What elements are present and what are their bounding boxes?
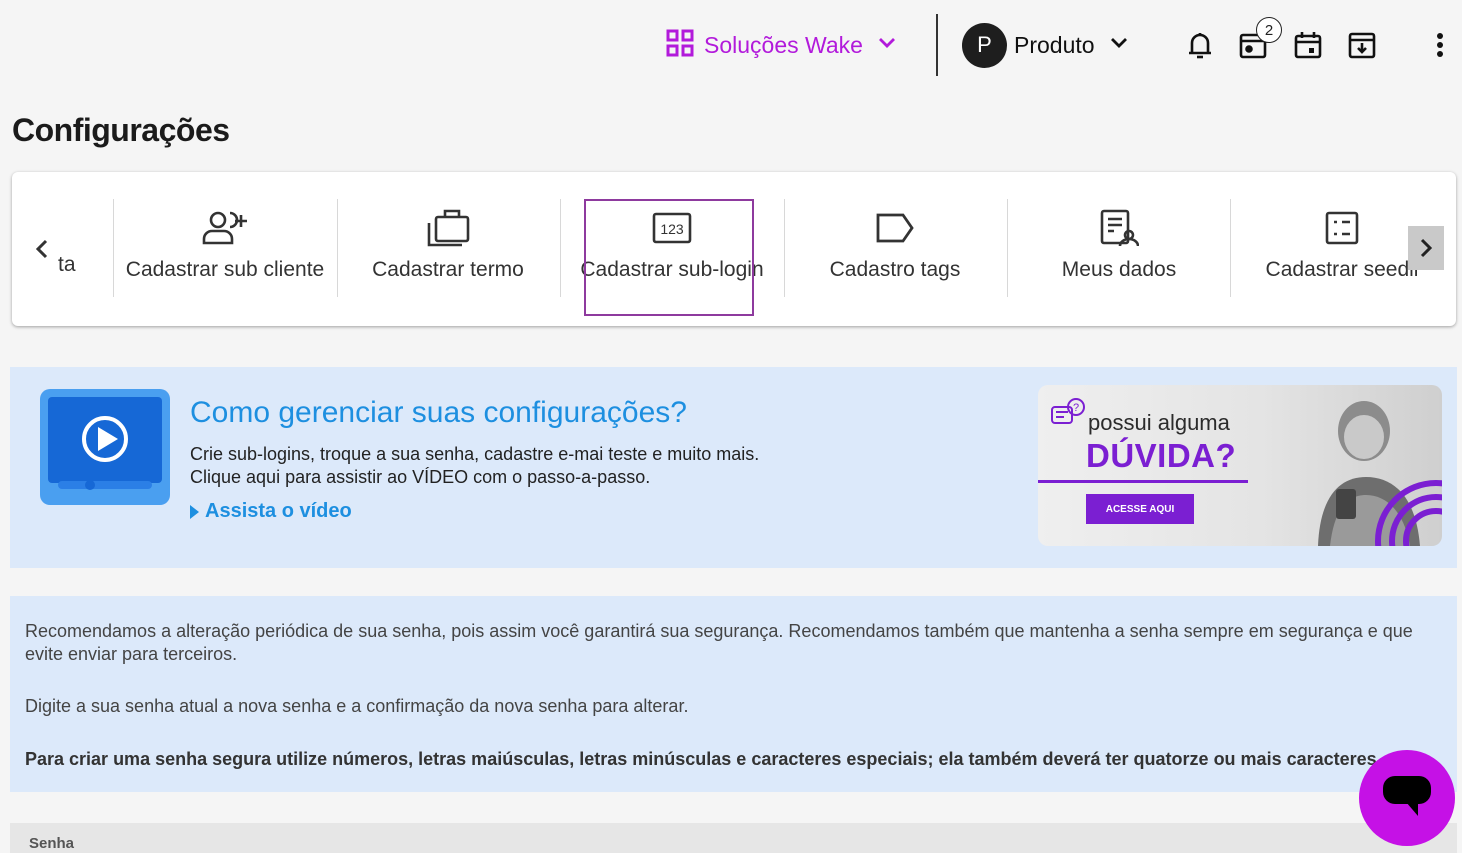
- chevron-down-icon: [877, 36, 897, 55]
- carousel-divider: [1230, 199, 1231, 297]
- info-paragraph-bold: Para criar uma senha segura utilize núme…: [25, 749, 1382, 769]
- chat-icon: [1382, 774, 1432, 823]
- calendar-icon[interactable]: [1292, 28, 1324, 62]
- video-description-line: Crie sub-logins, troque a sua senha, cad…: [190, 444, 760, 464]
- video-description: Crie sub-logins, troque a sua senha, cad…: [190, 443, 759, 489]
- settings-carousel: ta Cadastrar sub cliente Cadastrar termo…: [12, 172, 1456, 326]
- solucoes-label: Soluções Wake: [704, 31, 863, 58]
- top-bar: Soluções Wake P Produto 2: [0, 0, 1462, 90]
- video-title: Como gerenciar suas configurações?: [190, 396, 687, 429]
- carousel-item-label: Cadastro tags: [829, 258, 961, 281]
- carousel-item-label: Meus dados: [1061, 258, 1177, 281]
- carousel-item-partial[interactable]: ta: [58, 253, 76, 277]
- promo-underline: [1038, 480, 1248, 483]
- carousel-item-cadastrar-sub-cliente[interactable]: Cadastrar sub cliente: [115, 202, 335, 285]
- video-player-icon[interactable]: [40, 389, 170, 505]
- add-user-icon: [115, 202, 335, 254]
- carousel-divider: [113, 199, 114, 297]
- produto-menu[interactable]: P Produto: [962, 22, 1129, 68]
- chat-button[interactable]: [1359, 750, 1455, 846]
- promo-line2: DÚVIDA?: [1086, 437, 1237, 474]
- more-vertical-icon[interactable]: [1424, 28, 1456, 62]
- promo-button[interactable]: ACESSE AQUI: [1086, 494, 1194, 524]
- senha-label: Senha: [29, 835, 75, 852]
- carousel-divider: [1007, 199, 1008, 297]
- solucoes-wake-menu[interactable]: Soluções Wake: [666, 28, 897, 62]
- info-paragraph: Digite a sua senha atual a nova senha e …: [25, 696, 689, 716]
- play-icon: [190, 504, 199, 519]
- promo-line1: possui alguma: [1088, 410, 1230, 435]
- svg-text:?: ?: [1073, 402, 1079, 414]
- user-document-icon: [1009, 202, 1229, 254]
- watch-video-label: Assista o vídeo: [205, 500, 352, 522]
- watch-video-link[interactable]: Assista o vídeo: [190, 500, 352, 523]
- briefcase-icon: [338, 202, 558, 254]
- senha-field-header: Senha: [10, 823, 1457, 853]
- notification-count-badge: 2: [1256, 17, 1282, 43]
- produto-label: Produto: [1014, 31, 1095, 58]
- carousel-next-button[interactable]: [1408, 226, 1444, 270]
- carousel-item-label: Cadastrar termo: [372, 258, 524, 281]
- password-info-box: Recomendamos a alteração periódica de su…: [10, 596, 1457, 792]
- person-photo: [1306, 391, 1442, 546]
- carousel-item-label: Cadastrar sub cliente: [125, 258, 325, 281]
- carousel-prev-button[interactable]: [30, 234, 54, 264]
- carousel-item-cadastro-tags[interactable]: Cadastro tags: [785, 202, 1005, 285]
- carousel-item-meus-dados[interactable]: Meus dados: [1009, 202, 1229, 285]
- bell-icon[interactable]: [1184, 28, 1216, 62]
- download-icon[interactable]: [1346, 28, 1378, 62]
- info-paragraph: Recomendamos a alteração periódica de su…: [25, 621, 1413, 664]
- video-description-line: Clique aqui para assistir ao VÍDEO com o…: [190, 467, 651, 487]
- question-chat-icon: ?: [1050, 397, 1088, 438]
- video-tutorial-banner: Como gerenciar suas configurações? Crie …: [10, 367, 1457, 568]
- promo-banner[interactable]: ? possui alguma DÚVIDA? ACESSE AQUI: [1038, 385, 1442, 546]
- selected-item-outline: [584, 199, 754, 316]
- carousel-divider: [560, 199, 561, 297]
- topbar-divider: [936, 14, 938, 76]
- tag-icon: [785, 202, 1005, 254]
- avatar: P: [962, 22, 1007, 68]
- page-title: Configurações: [12, 112, 230, 148]
- grid-icon: [666, 29, 694, 62]
- chevron-down-icon: [1109, 36, 1129, 55]
- carousel-item-cadastrar-termo[interactable]: Cadastrar termo: [338, 202, 558, 285]
